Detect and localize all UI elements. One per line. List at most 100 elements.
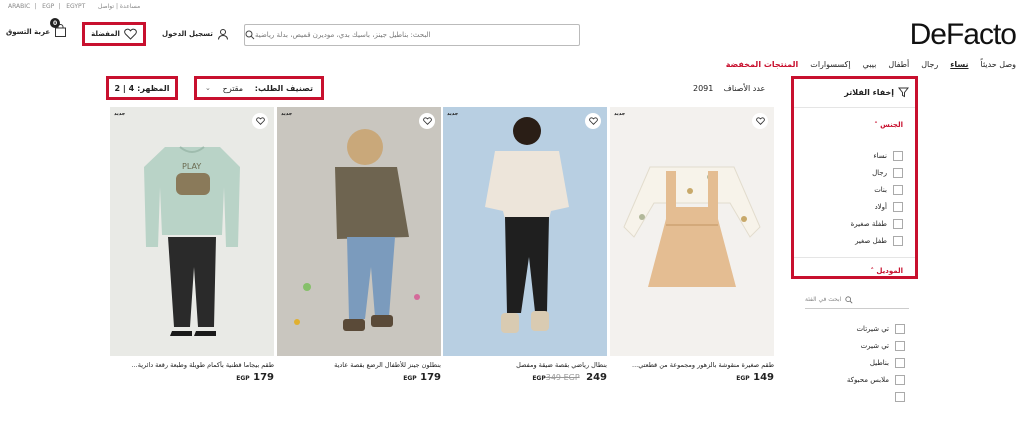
add-to-favorites-button[interactable] xyxy=(252,113,268,129)
checkbox[interactable] xyxy=(893,202,903,212)
price-currency: EGP xyxy=(403,375,417,382)
product-title[interactable]: بنطال رياضي بقصة ضيقة ومفصل xyxy=(443,361,607,369)
product-price: 179 EGP xyxy=(277,372,441,383)
nav-item-men[interactable]: رجال xyxy=(921,60,938,69)
nav-item-women[interactable]: نساء xyxy=(950,60,968,69)
nav-item-accessories[interactable]: إكسسوارات xyxy=(810,60,850,69)
price-value: 149 xyxy=(753,372,774,383)
checkbox[interactable] xyxy=(895,375,905,385)
cart-label: عربة التسوق xyxy=(6,27,51,36)
currency-link[interactable]: EGP xyxy=(42,3,54,10)
product-card[interactable]: جديد بنطال رياضي بقصة ضيقة ومفصل 249 EGP… xyxy=(443,107,607,383)
product-card[interactable]: PLAY جديد طقم بيجاما قطنية بأكمام طويلة … xyxy=(110,107,274,383)
sort-label: تصنيف الطلب: xyxy=(254,83,313,93)
gender-option-label: رجال xyxy=(872,169,887,177)
nav-item-kids[interactable]: أطفال xyxy=(888,60,909,69)
model-section-toggle[interactable]: الموديل ˄ xyxy=(870,267,903,275)
checkbox[interactable] xyxy=(893,151,903,161)
model-option[interactable]: بناطيل xyxy=(870,358,905,368)
product-card[interactable]: جديد بنطلون جينز للأطفال الرضع بقصة عادي… xyxy=(277,107,441,383)
jogger-illustration xyxy=(485,117,569,333)
cart-button[interactable]: عربة التسوق 0 xyxy=(6,18,67,39)
pajama-illustration: PLAY xyxy=(144,146,240,336)
old-price: 349 EGP xyxy=(545,373,580,382)
category-search-input[interactable]: ابحث في الفئة xyxy=(805,291,909,309)
help-links[interactable]: مساعدة | تواصل xyxy=(98,3,140,10)
nav-item-new[interactable]: وصل حديثاً xyxy=(981,60,1016,69)
product-image[interactable]: PLAY جديد xyxy=(110,107,274,356)
gender-option[interactable]: نساء xyxy=(873,151,903,161)
product-card[interactable]: جديد طقم صغيرة منقوشة بالزهور ومجموعة من… xyxy=(610,107,774,383)
model-option[interactable] xyxy=(895,392,905,402)
checkbox[interactable] xyxy=(893,219,903,229)
product-image[interactable]: جديد xyxy=(277,107,441,356)
price-currency: EGP xyxy=(532,375,546,382)
gender-option[interactable]: رجال xyxy=(872,168,903,178)
add-to-favorites-button[interactable] xyxy=(585,113,601,129)
divider xyxy=(794,257,915,258)
product-image[interactable]: جديد xyxy=(443,107,607,356)
page: ARABIC | EGP | EGYPT مساعدة | تواصل DeFact… xyxy=(0,0,1024,447)
product-price: 179 EGP xyxy=(110,372,274,383)
gender-option-label: نساء xyxy=(873,152,887,160)
checkbox[interactable] xyxy=(893,185,903,195)
heart-icon xyxy=(255,117,265,125)
chevron-down-icon: ⌄ xyxy=(205,84,211,92)
search-icon xyxy=(845,295,853,303)
nav-item-baby[interactable]: بيبي xyxy=(863,60,877,69)
price-currency: EGP xyxy=(736,375,750,382)
product-title[interactable]: بنطلون جينز للأطفال الرضع بقصة عادية xyxy=(277,361,441,369)
showing-value[interactable]: 2 | 4 xyxy=(115,84,135,93)
heart-icon xyxy=(422,117,432,125)
heart-icon xyxy=(124,28,137,40)
user-icon xyxy=(217,29,228,40)
add-to-favorites-button[interactable] xyxy=(752,113,768,129)
checkbox[interactable] xyxy=(895,341,905,351)
product-price: 149 EGP xyxy=(610,372,774,383)
gender-section-title: الجنس xyxy=(880,121,903,129)
checkbox[interactable] xyxy=(893,168,903,178)
product-price: 249 EGP349 EGP xyxy=(443,372,607,383)
login-button[interactable]: تسجيل الدخول xyxy=(162,28,229,40)
model-option-label: ملابس محبوكة xyxy=(846,376,889,384)
checkbox[interactable] xyxy=(895,392,905,402)
filter-panel: إخفاء الفلاتر الجنس ˄ نساء رجال بنات أول… xyxy=(791,76,918,279)
grid-view-toggle[interactable]: المظهر: 2 | 4 xyxy=(106,76,178,100)
heart-icon xyxy=(755,117,765,125)
model-option[interactable]: تي شيرت xyxy=(861,341,905,351)
sort-dropdown[interactable]: تصنيف الطلب: مقترح ⌄ xyxy=(194,76,324,100)
hide-filters-button[interactable]: إخفاء الفلاتر xyxy=(844,87,909,98)
language-link[interactable]: ARABIC xyxy=(8,3,30,10)
gender-section-toggle[interactable]: الجنس ˄ xyxy=(874,121,903,129)
gender-option-label: طفلة صغيرة xyxy=(850,220,887,228)
gender-option[interactable]: أولاد xyxy=(875,202,903,212)
favorites-label: المفضلة xyxy=(91,30,120,38)
cart-icon-wrap: 0 xyxy=(50,18,67,39)
add-to-favorites-button[interactable] xyxy=(419,113,435,129)
gender-option[interactable]: طفلة صغيرة xyxy=(851,219,903,229)
product-title[interactable]: طقم بيجاما قطنية بأكمام طويلة وطبعة رقعة… xyxy=(110,361,274,369)
locale-bar[interactable]: ARABIC | EGP | EGYPT xyxy=(8,3,89,10)
search-input[interactable]: البحث: بناطيل جينز، باسيك بدي، موديرن قم… xyxy=(244,24,580,46)
search-icon xyxy=(245,30,255,40)
price-value: 179 xyxy=(420,372,441,383)
product-image[interactable]: جديد xyxy=(610,107,774,356)
nav-item-sale[interactable]: المنتجات المخفضة xyxy=(726,60,799,69)
new-badge: جديد xyxy=(114,111,126,117)
checkbox[interactable] xyxy=(895,358,905,368)
login-label: تسجيل الدخول xyxy=(162,30,213,38)
model-option[interactable]: تي شيرتات xyxy=(856,324,905,334)
gender-option[interactable]: بنات xyxy=(874,185,903,195)
filter-icon xyxy=(898,87,909,98)
checkbox[interactable] xyxy=(893,236,903,246)
gender-option[interactable]: طفل صغير xyxy=(855,236,903,246)
brand-logo[interactable]: DeFacto xyxy=(910,18,1017,52)
new-badge: جديد xyxy=(281,111,293,117)
model-option-label: بناطيل xyxy=(869,359,889,367)
checkbox[interactable] xyxy=(895,324,905,334)
showing-label: المظهر: xyxy=(137,83,170,93)
country-link[interactable]: EGYPT xyxy=(66,3,85,10)
model-option[interactable]: ملابس محبوكة xyxy=(847,375,905,385)
favorites-button[interactable]: المفضلة xyxy=(82,22,146,46)
product-title[interactable]: طقم صغيرة منقوشة بالزهور ومجموعة من قطعت… xyxy=(610,361,774,369)
